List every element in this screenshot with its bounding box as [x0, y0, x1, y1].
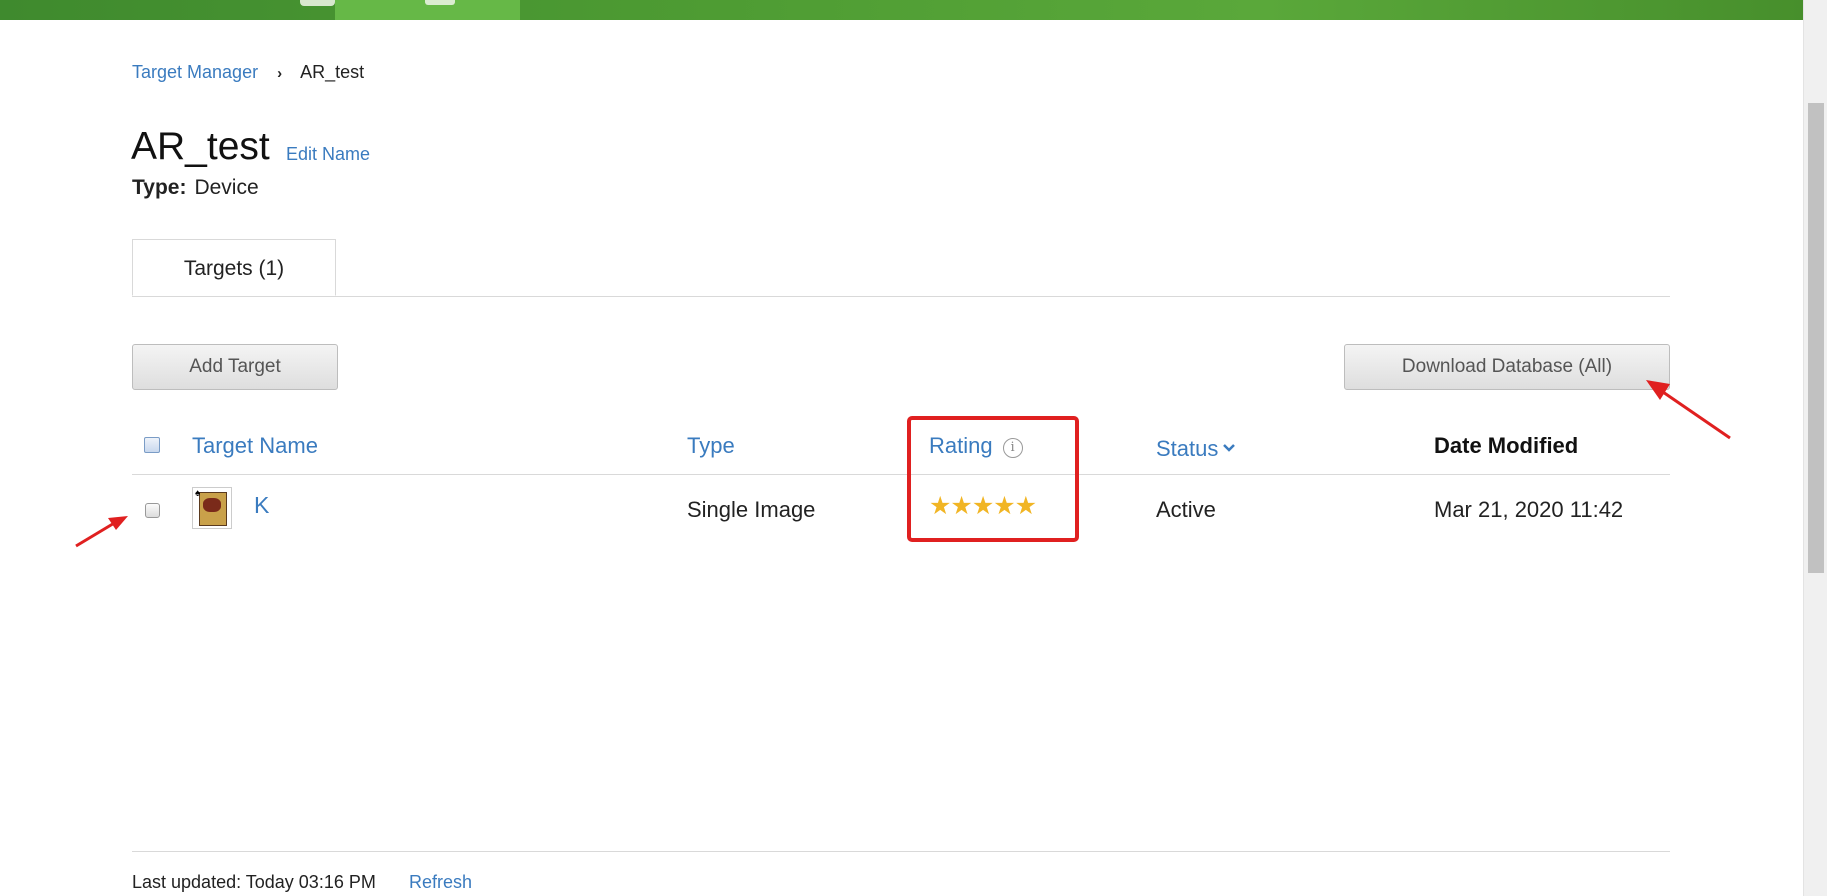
targets-table: Target Name Type Rating i Status Date Mod…: [132, 420, 1670, 547]
annotation-arrow-icon: [75, 516, 128, 548]
card-figure: [203, 498, 221, 512]
playing-card-thumbnail[interactable]: ♠: [192, 487, 232, 529]
top-nav-bar: [0, 0, 1803, 20]
page-title: AR_test: [131, 125, 270, 168]
refresh-link[interactable]: Refresh: [409, 872, 472, 893]
row-checkbox[interactable]: [145, 503, 160, 518]
rating-highlight-box: [907, 416, 1079, 542]
table-header: Target Name Type Rating i Status Date Mod…: [132, 420, 1670, 475]
tab-targets[interactable]: Targets (1): [132, 239, 336, 296]
target-date-modified: Mar 21, 2020 11:42: [1434, 497, 1624, 522]
header-target-name[interactable]: Target Name: [192, 433, 318, 459]
chevron-down-icon: [1222, 433, 1236, 459]
breadcrumb-current: AR_test: [300, 62, 365, 82]
nav-tab-active[interactable]: [335, 0, 520, 20]
download-database-button[interactable]: Download Database (All): [1344, 344, 1670, 390]
select-all-checkbox[interactable]: [144, 437, 160, 453]
target-name-link[interactable]: K: [254, 492, 269, 519]
tabs-divider: [132, 296, 1670, 297]
type-value: Device: [194, 176, 259, 199]
target-status: Active: [1156, 497, 1216, 522]
header-type[interactable]: Type: [687, 433, 735, 459]
nav-tab-label-fragment: [425, 0, 455, 5]
annotation-arrow-icon: [1646, 380, 1731, 440]
header-date-modified[interactable]: Date Modified: [1434, 433, 1578, 459]
chevron-right-icon: ›: [277, 65, 283, 82]
database-type: Type: Device: [132, 176, 259, 200]
target-type: Single Image: [687, 497, 816, 522]
scrollbar-thumb[interactable]: [1808, 103, 1824, 573]
edit-name-link[interactable]: Edit Name: [286, 144, 370, 165]
breadcrumb-target-manager-link[interactable]: Target Manager: [132, 62, 258, 82]
type-label: Type:: [132, 176, 187, 199]
header-status-label: Status: [1156, 436, 1219, 461]
breadcrumb: Target Manager › AR_test: [132, 62, 364, 83]
last-updated-text: Last updated: Today 03:16 PM: [132, 872, 376, 892]
table-row: ♠ K Single Image ★★★★★ Active Mar 21, 20…: [132, 475, 1670, 547]
spade-icon: ♠: [195, 488, 201, 499]
nav-tab-fragment[interactable]: [300, 0, 335, 6]
vertical-scrollbar[interactable]: [1803, 0, 1827, 896]
add-target-button[interactable]: Add Target: [132, 344, 338, 390]
header-status[interactable]: Status: [1156, 433, 1236, 462]
footer-divider: [132, 851, 1670, 852]
